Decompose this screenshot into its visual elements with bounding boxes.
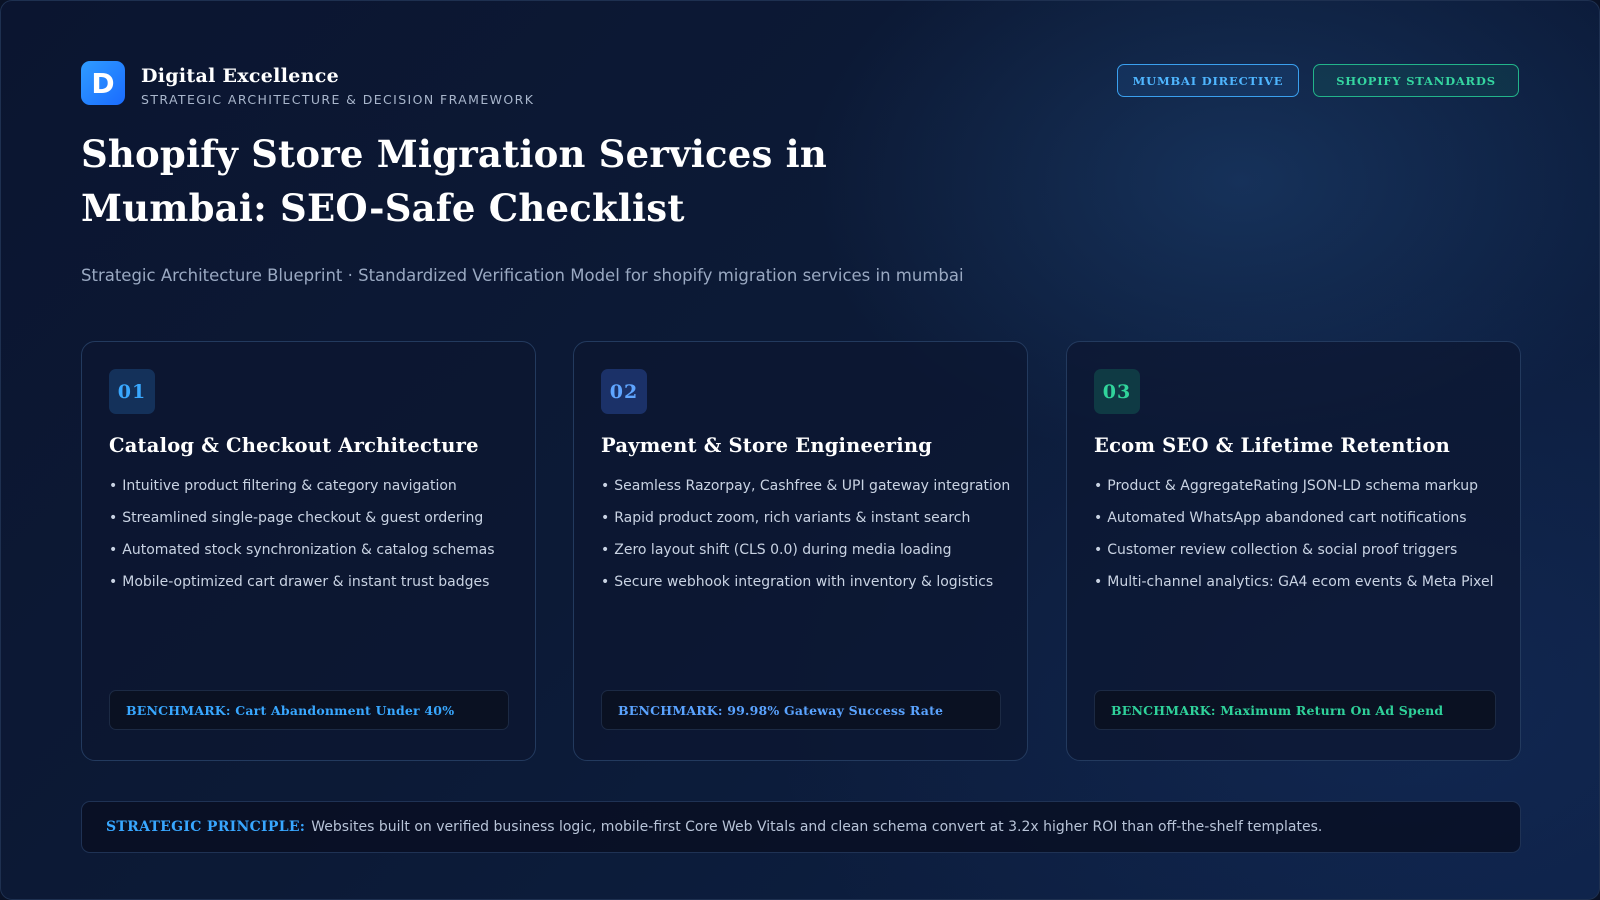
list-item: Multi-channel analytics: GA4 ecom events… [1094,572,1493,604]
page-title-line-2: Mumbai: SEO-Safe Checklist [81,186,685,230]
benchmark-badge: BENCHMARK: Maximum Return On Ad Spend [1094,690,1496,730]
list-item: Rapid product zoom, rich variants & inst… [601,508,1010,540]
list-item: Secure webhook integration with inventor… [601,572,1010,604]
card-bullet-list: Product & AggregateRating JSON-LD schema… [1094,476,1493,604]
card-bullet-list: Intuitive product filtering & category n… [109,476,495,604]
page-title: Shopify Store Migration Services in Mumb… [81,127,981,235]
list-item: Intuitive product filtering & category n… [109,476,495,508]
brand-name: Digital Excellence [141,65,339,87]
card-bullet-list: Seamless Razorpay, Cashfree & UPI gatewa… [601,476,1010,604]
brand-tagline: STRATEGIC ARCHITECTURE & DECISION FRAMEW… [141,92,535,107]
list-item: Automated stock synchronization & catalo… [109,540,494,572]
principle-label: STRATEGIC PRINCIPLE: [106,819,306,835]
card-seo-retention: 03 Ecom SEO & Lifetime Retention Product… [1066,341,1521,761]
list-item: Seamless Razorpay, Cashfree & UPI gatewa… [601,476,1010,508]
list-item: Customer review collection & social proo… [1094,540,1493,572]
tag-mumbai-directive[interactable]: MUMBAI DIRECTIVE [1117,64,1299,97]
card-number-badge: 03 [1094,369,1140,414]
card-payment-engineering: 02 Payment & Store Engineering Seamless … [573,341,1028,761]
list-item: Automated WhatsApp abandoned cart notifi… [1094,508,1493,540]
list-item: Zero layout shift (CLS 0.0) during media… [601,540,1010,572]
brand-logo-icon: D [81,61,125,105]
benchmark-badge: BENCHMARK: Cart Abandonment Under 40% [109,690,509,730]
card-title: Catalog & Checkout Architecture [109,434,479,457]
card-number-badge: 02 [601,369,647,414]
list-item: Product & AggregateRating JSON-LD schema… [1094,476,1493,508]
tag-shopify-standards[interactable]: SHOPIFY STANDARDS [1313,64,1519,97]
header: D Digital Excellence STRATEGIC ARCHITECT… [81,59,1519,109]
cards-row: 01 Catalog & Checkout Architecture Intui… [81,341,1521,761]
card-title: Payment & Store Engineering [601,434,933,457]
card-catalog-checkout: 01 Catalog & Checkout Architecture Intui… [81,341,536,761]
header-tags: MUMBAI DIRECTIVE SHOPIFY STANDARDS [1117,64,1519,97]
page-subtitle: Strategic Architecture Blueprint · Stand… [81,266,964,285]
card-number-badge: 01 [109,369,155,414]
principle-text: Websites built on verified business logi… [311,819,1323,835]
benchmark-badge: BENCHMARK: 99.98% Gateway Success Rate [601,690,1001,730]
list-item: Streamlined single-page checkout & guest… [109,508,495,540]
list-item: Mobile-optimized cart drawer & instant t… [109,572,495,604]
slide-frame: D Digital Excellence STRATEGIC ARCHITECT… [0,0,1600,900]
page-title-line-1: Shopify Store Migration Services in [81,132,827,176]
strategic-principle-banner: STRATEGIC PRINCIPLE: Websites built on v… [81,801,1521,853]
card-title: Ecom SEO & Lifetime Retention [1094,434,1451,457]
